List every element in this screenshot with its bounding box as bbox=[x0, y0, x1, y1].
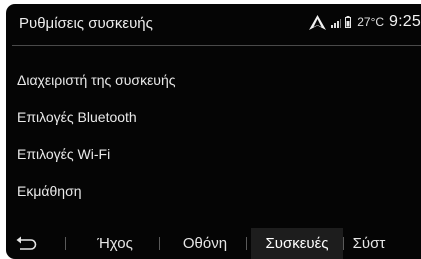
tab-separator bbox=[65, 237, 66, 250]
settings-menu: Διαχειριστή της συσκευής Επιλογές Blueto… bbox=[6, 62, 421, 210]
page-title: Ρυθμίσεις συσκευής bbox=[19, 15, 153, 32]
menu-item-tutorial[interactable]: Εκμάθηση bbox=[6, 173, 421, 210]
tab-system[interactable]: Σύστ bbox=[344, 228, 394, 259]
menu-item-bluetooth-options[interactable]: Επιλογές Bluetooth bbox=[6, 99, 421, 136]
tab-display[interactable]: Οθόνη bbox=[170, 228, 240, 259]
signal-strength-icon bbox=[331, 19, 342, 28]
menu-item-device-manager[interactable]: Διαχειριστή της συσκευής bbox=[6, 62, 421, 99]
header-bar: Ρυθμίσεις συσκευής 27°C 9:25 bbox=[6, 4, 421, 44]
bottom-tab-bar: Ήχος Οθόνη Συσκευές Σύστ bbox=[6, 228, 421, 259]
back-arrow-icon[interactable] bbox=[16, 236, 38, 251]
device-settings-screen: Ρυθμίσεις συσκευής 27°C 9:25 Διαχειριστή… bbox=[6, 4, 421, 259]
tab-separator bbox=[246, 237, 247, 250]
status-area: 27°C 9:25 bbox=[309, 10, 421, 34]
temperature-readout: 27°C bbox=[357, 15, 385, 29]
navigation-arrow-icon[interactable] bbox=[309, 14, 327, 30]
tab-devices[interactable]: Συσκευές bbox=[251, 228, 343, 259]
tab-separator bbox=[159, 237, 160, 250]
menu-item-wifi-options[interactable]: Επιλογές Wi-Fi bbox=[6, 136, 421, 173]
header-divider bbox=[12, 45, 421, 46]
clock: 9:25 bbox=[389, 13, 421, 30]
battery-icon bbox=[345, 16, 352, 28]
tab-sound[interactable]: Ήχος bbox=[86, 228, 144, 259]
